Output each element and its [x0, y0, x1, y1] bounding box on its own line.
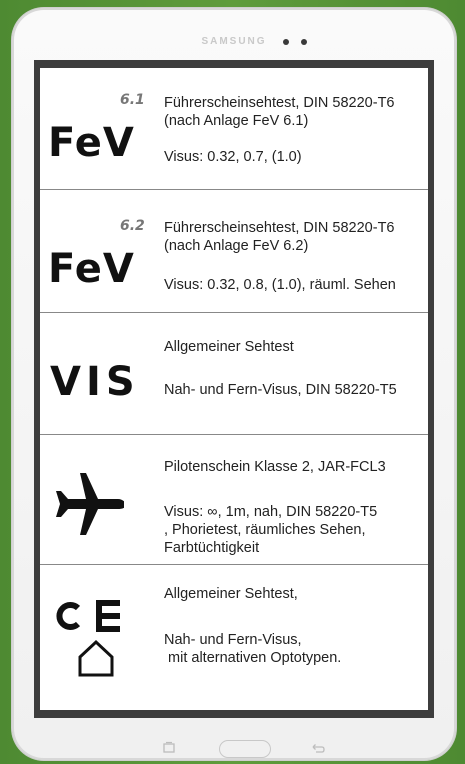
- fev-version-label: 6.1: [120, 92, 145, 108]
- test-detail: Nah- und Fern-Visus, DIN 58220-T5: [164, 382, 397, 398]
- test-list: 6.1 FeV Führerscheinsehtest, DIN 58220-T…: [40, 68, 428, 710]
- test-title: Allgemeiner Sehtest: [164, 339, 294, 355]
- test-title: Allgemeiner Sehtest,: [164, 586, 298, 602]
- test-title: Pilotenschein Klasse 2, JAR-FCL3: [164, 459, 386, 475]
- test-title: Führerscheinsehtest, DIN 58220-T6 (nach …: [164, 220, 395, 254]
- fev-logo: FeV: [48, 246, 135, 292]
- list-item-fev-6-1[interactable]: 6.1 FeV Führerscheinsehtest, DIN 58220-T…: [40, 68, 428, 190]
- optotypes-icon: [56, 600, 120, 677]
- recent-apps-icon[interactable]: [162, 741, 176, 755]
- tablet-frame: SAMSUNG 6.1 FeV Führerscheinsehtest, DIN…: [12, 8, 456, 760]
- back-icon[interactable]: [310, 741, 326, 755]
- list-item-pilot[interactable]: Pilotenschein Klasse 2, JAR-FCL3 Visus: …: [40, 435, 428, 565]
- test-detail: Visus: 0.32, 0.7, (1.0): [164, 149, 302, 165]
- test-detail: Nah- und Fern-Visus, mit alternativen Op…: [164, 632, 342, 666]
- list-item-vis[interactable]: VIS Allgemeiner Sehtest Nah- und Fern-Vi…: [40, 313, 428, 435]
- front-sensor: [283, 39, 289, 45]
- test-title: Führerscheinsehtest, DIN 58220-T6 (nach …: [164, 95, 395, 129]
- home-button[interactable]: [219, 740, 271, 758]
- device-brand: SAMSUNG: [201, 36, 267, 47]
- list-item-optotypes[interactable]: Allgemeiner Sehtest, Nah- und Fern-Visus…: [40, 565, 428, 710]
- test-detail: Visus: ∞, 1m, nah, DIN 58220-T5 , Phorie…: [164, 504, 378, 556]
- airplane-icon: [56, 473, 124, 535]
- fev-version-label: 6.2: [120, 218, 145, 234]
- front-camera: [301, 39, 307, 45]
- list-item-fev-6-2[interactable]: 6.2 FeV Führerscheinsehtest, DIN 58220-T…: [40, 190, 428, 313]
- screen: 6.1 FeV Führerscheinsehtest, DIN 58220-T…: [34, 60, 434, 718]
- test-detail: Visus: 0.32, 0.8, (1.0), räuml. Sehen: [164, 277, 396, 293]
- vis-logo: VIS: [50, 359, 140, 405]
- fev-logo: FeV: [48, 120, 135, 166]
